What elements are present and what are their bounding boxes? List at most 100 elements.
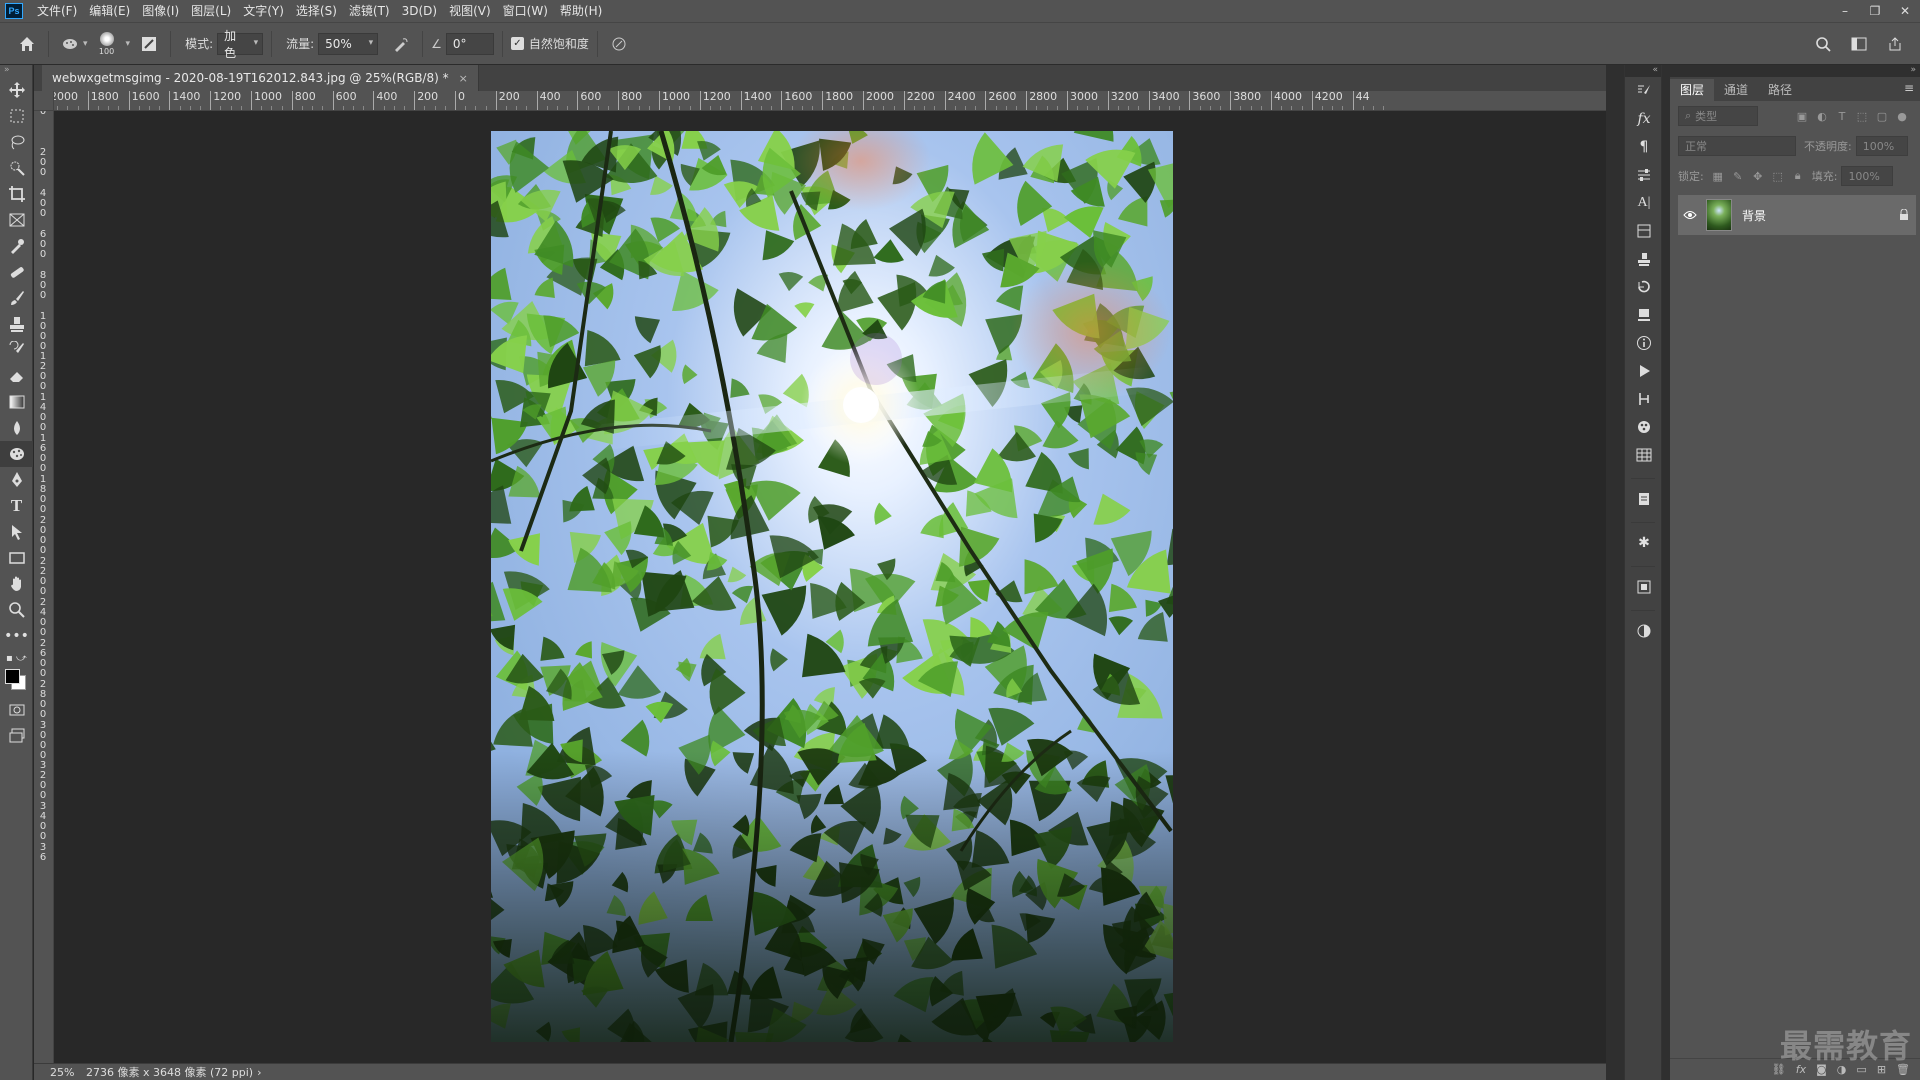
filter-toggle-icon[interactable]: ●: [1892, 106, 1912, 126]
visibility-eye-icon[interactable]: [1678, 210, 1702, 220]
lasso-tool-icon[interactable]: [0, 129, 33, 155]
workspace-icon[interactable]: [1846, 31, 1872, 57]
menu-file[interactable]: 文件(F): [31, 0, 83, 22]
zoom-tool-icon[interactable]: [0, 597, 33, 623]
layer-lock-icon[interactable]: [1892, 209, 1916, 221]
chevron-down-icon[interactable]: ▾: [126, 39, 131, 49]
lock-all-icon[interactable]: 🔒︎: [1788, 166, 1808, 186]
clone-source-icon[interactable]: [1625, 245, 1663, 273]
lock-transparency-icon[interactable]: ▦: [1708, 166, 1728, 186]
panel-menu-icon[interactable]: ≡: [1904, 81, 1914, 95]
tab-paths[interactable]: 路径: [1758, 79, 1802, 101]
swatches-icon[interactable]: [1625, 413, 1663, 441]
menu-3d[interactable]: 3D(D): [396, 0, 443, 22]
lock-position-icon[interactable]: ✥: [1748, 166, 1768, 186]
more-tools-icon[interactable]: •••: [0, 623, 33, 649]
color-swatches[interactable]: [0, 667, 33, 697]
foreground-color-swatch[interactable]: [5, 669, 20, 684]
notes-icon[interactable]: [1625, 485, 1663, 513]
crop-tool-icon[interactable]: [0, 181, 33, 207]
eyedropper-tool-icon[interactable]: [0, 233, 33, 259]
path-selection-tool-icon[interactable]: [0, 519, 33, 545]
hand-tool-icon[interactable]: [0, 571, 33, 597]
layer-name[interactable]: 背景: [1742, 207, 1892, 224]
menu-type[interactable]: 文字(Y): [237, 0, 290, 22]
quick-mask-icon[interactable]: [0, 697, 33, 723]
brush-size-picker[interactable]: 100: [94, 29, 120, 59]
info-icon[interactable]: [1625, 329, 1663, 357]
paragraph-icon[interactable]: ¶: [1625, 133, 1663, 161]
filter-pixel-icon[interactable]: ▣: [1792, 106, 1812, 126]
fill-input[interactable]: 100%: [1841, 166, 1894, 186]
menu-select[interactable]: 选择(S): [290, 0, 343, 22]
grid-table-icon[interactable]: [1625, 441, 1663, 469]
collapse-icon[interactable]: »: [0, 65, 32, 77]
healing-brush-tool-icon[interactable]: [0, 259, 33, 285]
flow-input[interactable]: 50% ▾: [318, 32, 379, 55]
restore-button[interactable]: ❐: [1860, 0, 1890, 22]
horizontal-ruler[interactable]: 2000180016001400120010008006004002000200…: [54, 91, 1606, 111]
search-icon[interactable]: [1810, 31, 1836, 57]
sponge-tool-preset-icon[interactable]: [57, 31, 83, 57]
tab-channels[interactable]: 通道: [1714, 79, 1758, 101]
minimize-button[interactable]: –: [1830, 0, 1860, 22]
close-window-button[interactable]: ✕: [1890, 0, 1920, 22]
angle-input[interactable]: 0°: [445, 32, 494, 55]
lock-artboard-icon[interactable]: ⬚: [1768, 166, 1788, 186]
pressure-icon[interactable]: [606, 31, 632, 57]
opacity-input[interactable]: 100%: [1855, 136, 1908, 156]
document-tab[interactable]: webwxgetmsgimg - 2020-08-19T162012.843.j…: [42, 65, 479, 91]
document-image[interactable]: [491, 131, 1173, 1042]
lock-pixels-icon[interactable]: ✎: [1728, 166, 1748, 186]
filter-smart-object-icon[interactable]: ▢: [1872, 106, 1892, 126]
collapse-icon[interactable]: «: [1625, 65, 1661, 77]
canvas-area[interactable]: [55, 112, 1606, 1063]
ruler-origin[interactable]: [34, 91, 54, 111]
blur-tool-icon[interactable]: [0, 415, 33, 441]
close-tab-icon[interactable]: ×: [459, 72, 468, 85]
history-icon[interactable]: [1625, 273, 1663, 301]
status-menu-arrow-icon[interactable]: ›: [257, 1066, 261, 1079]
layer-comps-icon[interactable]: [1625, 573, 1663, 601]
clone-stamp-tool-icon[interactable]: [0, 311, 33, 337]
history-brush-tool-icon[interactable]: [0, 337, 33, 363]
marquee-tool-icon[interactable]: [0, 103, 33, 129]
actions-icon[interactable]: [1625, 301, 1663, 329]
mode-select[interactable]: 加色 ▾: [217, 29, 264, 60]
libraries-icon[interactable]: [1625, 217, 1663, 245]
type-tool-icon[interactable]: T: [0, 493, 33, 519]
brush-settings-icon[interactable]: [136, 31, 162, 57]
filter-type-icon[interactable]: T: [1832, 106, 1852, 126]
brush-presets-icon[interactable]: [1625, 77, 1663, 105]
menu-edit[interactable]: 编辑(E): [83, 0, 136, 22]
menu-window[interactable]: 窗口(W): [497, 0, 554, 22]
gradient-tool-icon[interactable]: [0, 389, 33, 415]
character-icon[interactable]: A|: [1625, 189, 1663, 217]
menu-layer[interactable]: 图层(L): [185, 0, 237, 22]
rectangle-tool-icon[interactable]: [0, 545, 33, 571]
menu-image[interactable]: 图像(I): [136, 0, 185, 22]
sponge-tool-icon[interactable]: [0, 441, 33, 467]
frame-tool-icon[interactable]: [0, 207, 33, 233]
vertical-ruler[interactable]: 0 2 0 0 4 0 0 6 0 0 8 0 0 1 0 0 01 2 0 01 4 0…: [34, 111, 54, 1064]
filter-adjustment-icon[interactable]: ◐: [1812, 106, 1832, 126]
chevron-down-icon[interactable]: ▾: [83, 39, 88, 49]
filter-shape-icon[interactable]: ⬚: [1852, 106, 1872, 126]
airbrush-icon[interactable]: [388, 31, 414, 57]
vibrance-checkbox[interactable]: ✓: [510, 37, 524, 50]
layer-row[interactable]: 背景: [1678, 195, 1916, 235]
color-icon[interactable]: [1625, 617, 1663, 645]
share-icon[interactable]: [1882, 31, 1908, 57]
swap-colors-icon[interactable]: ▪ ⤻: [0, 649, 33, 667]
tab-layers[interactable]: 图层: [1670, 79, 1715, 101]
move-tool-icon[interactable]: [0, 77, 33, 103]
menu-filter[interactable]: 滤镜(T): [343, 0, 396, 22]
blend-mode-select[interactable]: 正常: [1678, 136, 1796, 156]
screen-mode-icon[interactable]: [0, 723, 33, 749]
styles-icon[interactable]: fx: [1625, 105, 1663, 133]
play-icon[interactable]: [1625, 357, 1663, 385]
properties-icon[interactable]: [1625, 161, 1663, 189]
timeline-icon[interactable]: [1625, 385, 1663, 413]
collapse-icon[interactable]: »: [1670, 65, 1920, 77]
quick-select-tool-icon[interactable]: [0, 155, 33, 181]
